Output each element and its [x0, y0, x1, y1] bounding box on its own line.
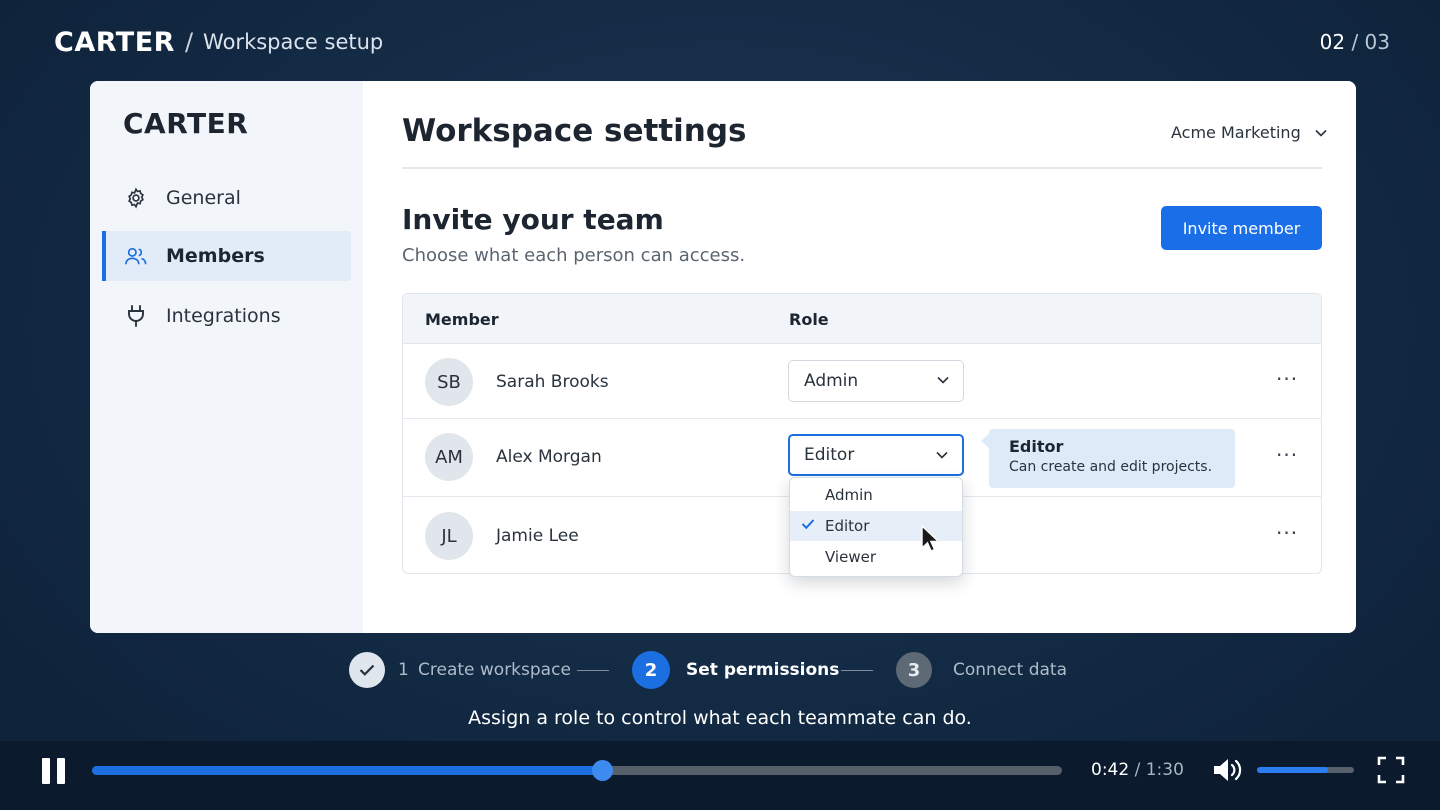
caption: Assign a role to control what each teamm… — [468, 707, 972, 729]
member-name: Alex Morgan — [496, 447, 602, 467]
tooltip-title: Editor — [1009, 437, 1064, 456]
role-option-admin[interactable]: Admin — [790, 480, 962, 510]
time-current: 0:42 — [1091, 760, 1130, 780]
page-title: Workspace settings — [402, 113, 747, 149]
section-title: Invite your team — [402, 203, 664, 236]
role-select[interactable]: Editor — [788, 434, 964, 476]
breadcrumb: Workspace setup — [203, 30, 384, 54]
volume-slider[interactable] — [1257, 767, 1354, 773]
avatar: SB — [425, 358, 473, 406]
sidebar-item-integrations[interactable]: Integrations — [102, 291, 351, 341]
member-name: Sarah Brooks — [496, 372, 609, 392]
sidebar-logo: CARTER — [123, 107, 249, 140]
time-separator: / — [1134, 760, 1141, 780]
step-3-badge: 3 — [896, 652, 932, 688]
slide-current: 02 — [1319, 30, 1346, 54]
app-window: CARTER General Members Integrations Work… — [90, 81, 1356, 633]
table-header: Member Role — [403, 294, 1321, 344]
avatar: JL — [425, 512, 473, 560]
users-icon — [124, 244, 148, 268]
slide-counter: 02 / 03 — [1320, 30, 1390, 54]
sidebar-item-label: Integrations — [166, 305, 281, 327]
member-name: Jamie Lee — [496, 526, 579, 546]
more-options-icon[interactable]: ··· — [1276, 443, 1298, 467]
role-option-label: Editor — [825, 517, 870, 535]
fullscreen-icon[interactable] — [1377, 756, 1405, 784]
seek-bar[interactable] — [92, 760, 1062, 781]
sidebar-item-members[interactable]: Members — [102, 231, 351, 281]
main-panel: Workspace settings Acme Marketing Invite… — [363, 81, 1356, 633]
step-connector — [841, 670, 873, 671]
role-tooltip: Editor Can create and edit projects. — [981, 429, 1235, 488]
role-value: Editor — [804, 445, 855, 465]
gear-icon — [124, 186, 148, 210]
workspace-name: Acme Marketing — [1171, 123, 1301, 142]
sidebar-item-label: General — [166, 187, 241, 209]
step-1-number: 1 — [398, 660, 409, 680]
invite-member-button[interactable]: Invite member — [1161, 206, 1322, 250]
step-2-label: Set permissions — [686, 660, 840, 680]
video-player-controls: 0:42 / 1:30 — [0, 741, 1440, 810]
sidebar-item-label: Members — [166, 245, 265, 267]
tooltip-text: Can create and edit projects. — [1009, 459, 1213, 475]
avatar: AM — [425, 433, 473, 481]
pause-icon[interactable] — [42, 758, 66, 784]
seek-progress — [92, 766, 603, 775]
step-2-badge: 2 — [632, 651, 670, 689]
brand-logo: CARTER — [54, 26, 175, 58]
step-3-label: Connect data — [953, 660, 1067, 680]
role-value: Admin — [804, 371, 859, 391]
column-header-member: Member — [425, 310, 499, 329]
column-header-role: Role — [789, 310, 829, 329]
volume-level — [1257, 767, 1328, 773]
chevron-down-icon — [1315, 129, 1327, 137]
mouse-cursor-icon — [921, 525, 940, 552]
chevron-down-icon — [936, 451, 948, 459]
progress-steps: 1 Create workspace 2 Set permissions 3 C… — [349, 651, 1069, 689]
workspace-dropdown[interactable]: Acme Marketing — [1171, 123, 1327, 142]
slide-total: 03 — [1364, 30, 1390, 54]
breadcrumb-separator: / — [184, 28, 194, 56]
table-row: SB Sarah Brooks Admin ··· — [403, 345, 1321, 419]
sidebar-item-general[interactable]: General — [102, 173, 351, 223]
role-select[interactable]: Admin — [788, 360, 964, 402]
step-done-icon — [349, 652, 385, 688]
members-table: Member Role SB Sarah Brooks Admin ··· AM… — [402, 293, 1322, 577]
time-display: 0:42 / 1:30 — [1091, 760, 1184, 780]
seek-handle[interactable] — [592, 760, 614, 781]
sidebar: CARTER General Members Integrations — [90, 81, 363, 633]
top-bar: CARTER / Workspace setup 02 / 03 — [54, 26, 1390, 58]
section-subtitle: Choose what each person can access. — [402, 245, 746, 266]
step-connector — [577, 670, 609, 671]
time-total: 1:30 — [1145, 760, 1184, 780]
chevron-down-icon — [937, 376, 949, 384]
volume-icon[interactable] — [1212, 756, 1244, 784]
slide-counter-separator: / — [1351, 30, 1359, 54]
plug-icon — [124, 304, 148, 328]
more-options-icon[interactable]: ··· — [1276, 521, 1298, 545]
step-1-label: Create workspace — [418, 660, 571, 680]
checkmark-icon — [801, 519, 815, 530]
divider — [402, 167, 1322, 169]
more-options-icon[interactable]: ··· — [1276, 367, 1298, 391]
